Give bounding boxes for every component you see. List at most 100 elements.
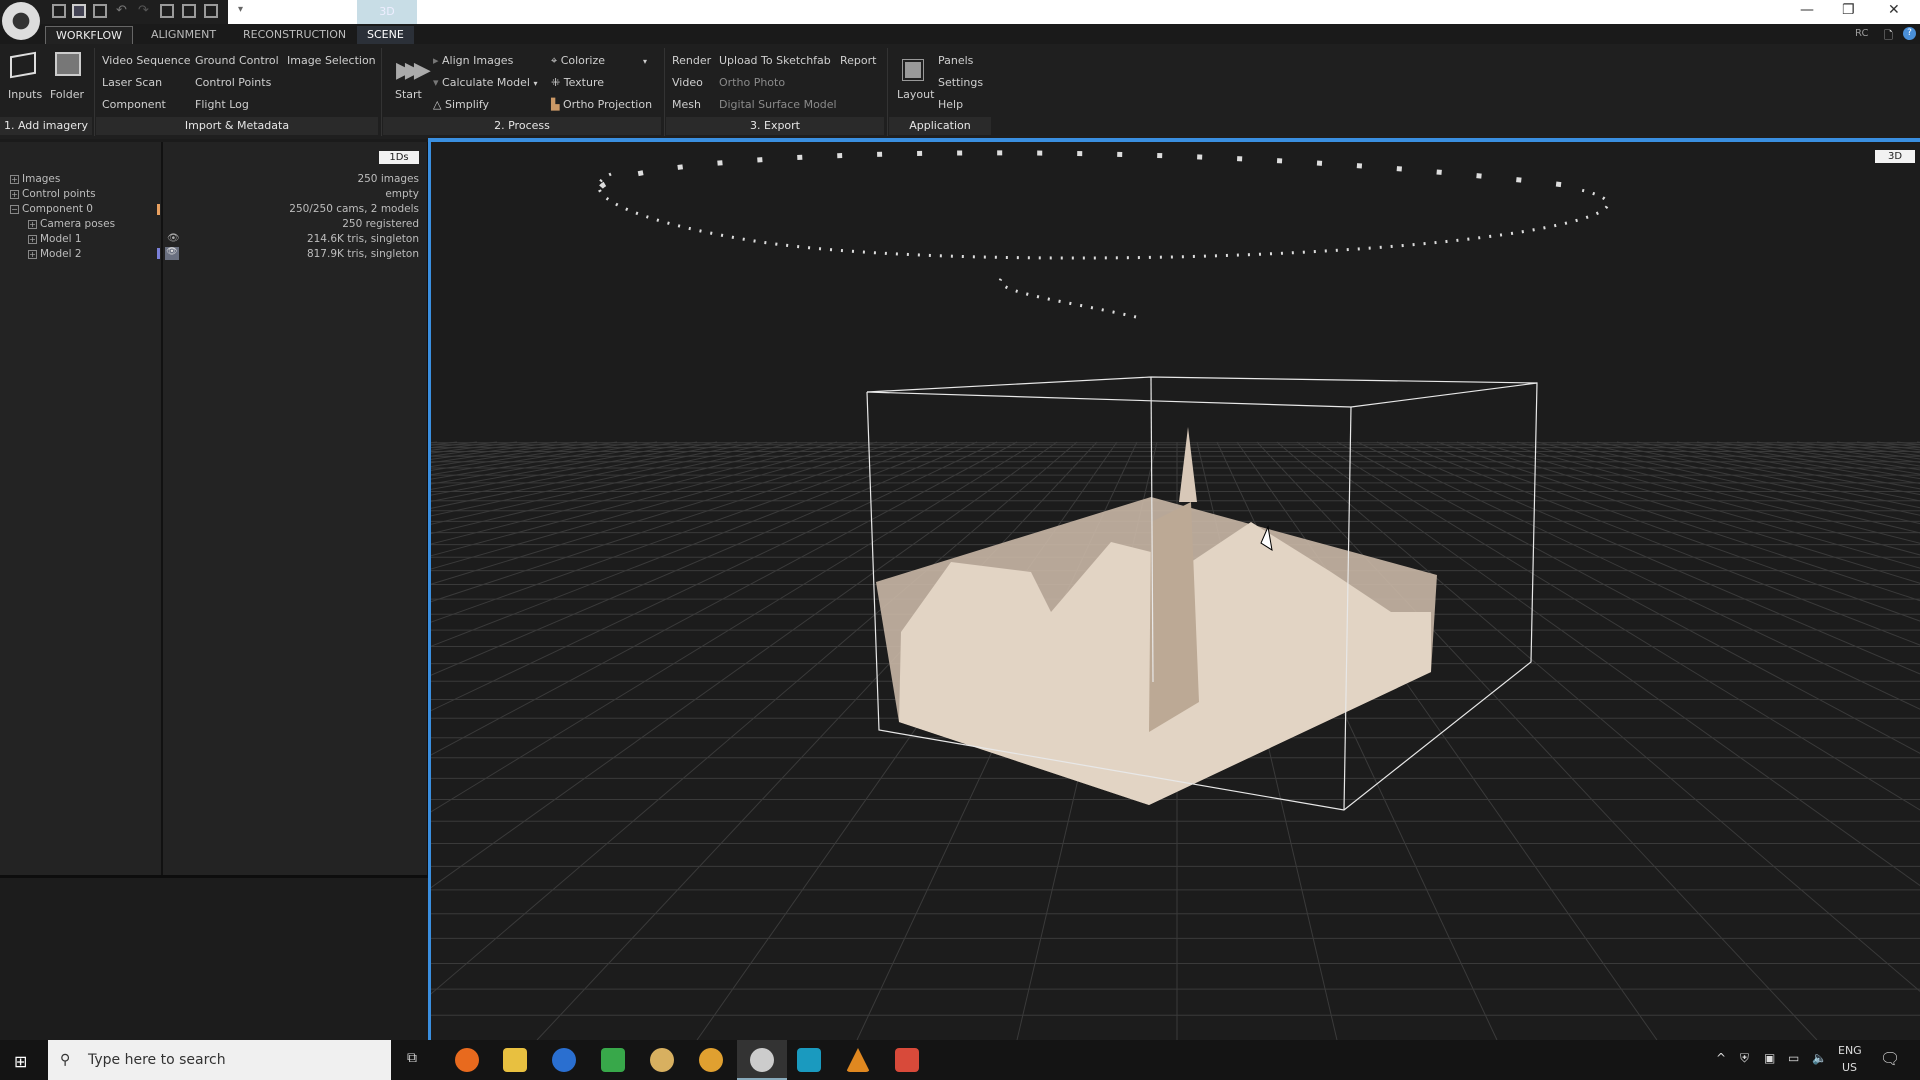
settings-button[interactable]: Settings	[938, 76, 983, 89]
tab-alignment[interactable]: ALIGNMENT	[141, 26, 226, 44]
colorize-button[interactable]: ⌖ Colorize ▾	[551, 54, 647, 68]
app-icon[interactable]	[699, 1048, 723, 1072]
tree-item-model-1[interactable]: + Model 1	[28, 233, 82, 245]
group-label-application: Application	[889, 117, 991, 135]
tree-item-control-points[interactable]: + Control points	[10, 188, 96, 200]
grid-line	[1476, 441, 1920, 569]
ground-control-button[interactable]: Ground Control	[195, 54, 279, 67]
volume-icon[interactable]: 🔈	[1812, 1051, 1827, 1065]
grid-line	[431, 441, 938, 623]
firefox-icon[interactable]	[455, 1048, 479, 1072]
tree-item-model-2[interactable]: + Model 2	[28, 248, 82, 260]
region-indicator[interactable]: US	[1842, 1061, 1857, 1074]
layout-4-icon[interactable]	[160, 4, 174, 18]
render-button[interactable]: Render	[672, 54, 711, 67]
redo-icon[interactable]: ↷	[138, 3, 149, 18]
grid-line	[1316, 441, 1920, 811]
notifications-icon[interactable]: 🗨	[1880, 1049, 1900, 1068]
mesh-button[interactable]: Mesh	[672, 98, 701, 111]
tree-item-images[interactable]: + Images	[10, 173, 60, 185]
tree-value: 817.9K tris, singleton	[306, 248, 419, 260]
network-lock-icon[interactable]: ▣	[1764, 1051, 1775, 1065]
1ds-panel: 1Ds + Images 250 images + Control points e…	[0, 142, 428, 875]
laser-scan-button[interactable]: Laser Scan	[102, 76, 162, 89]
ortho-projection-button[interactable]: ▙ Ortho Projection	[551, 98, 652, 111]
layout-6-icon[interactable]	[204, 4, 218, 18]
ortho-projection-label: Ortho Projection	[562, 98, 653, 111]
component-button[interactable]: Component	[102, 98, 166, 111]
windows-start-icon[interactable]: ⊞	[14, 1052, 27, 1071]
panel-type-badge[interactable]: 1Ds	[379, 151, 419, 164]
ortho-photo-button[interactable]: Ortho Photo	[719, 76, 785, 89]
app-icon[interactable]	[895, 1048, 919, 1072]
customize-toolbar-icon[interactable]: ▾	[238, 4, 243, 15]
grid-line	[431, 441, 618, 471]
language-indicator[interactable]: ENG	[1838, 1044, 1862, 1057]
browser-icon[interactable]	[552, 1048, 576, 1072]
security-icon[interactable]: ⛨	[1740, 1051, 1749, 1066]
video-sequence-button[interactable]: Video Sequence	[102, 54, 191, 67]
help-button[interactable]: Help	[938, 98, 963, 111]
tree-item-camera-poses[interactable]: + Camera poses	[28, 218, 115, 230]
camtasia-icon[interactable]	[601, 1048, 625, 1072]
quick-3d-button[interactable]: 3D	[357, 0, 417, 24]
app-icon[interactable]	[650, 1048, 674, 1072]
scene-canvas[interactable]	[431, 142, 1920, 1040]
eye-icon[interactable]: 👁	[165, 247, 179, 260]
task-view-icon[interactable]: ⧉	[407, 1050, 417, 1066]
3d-viewport[interactable]: 3D	[428, 142, 1920, 1040]
help-icon[interactable]: ?	[1903, 27, 1916, 40]
rc-label: RC	[1855, 28, 1869, 39]
undo-icon[interactable]: ↶	[116, 3, 127, 18]
layout-5-icon[interactable]	[182, 4, 196, 18]
minimize-button[interactable]: —	[1800, 2, 1814, 18]
layout-3-icon[interactable]	[93, 4, 107, 18]
align-images-button[interactable]: ▸ Align Images	[433, 54, 513, 67]
start-button[interactable]: Start	[395, 88, 422, 101]
tab-workflow[interactable]: WORKFLOW	[45, 26, 133, 44]
report-button[interactable]: Report	[840, 54, 876, 67]
file-explorer-icon[interactable]	[503, 1048, 527, 1072]
taskbar-search-input[interactable]: ⚲ Type here to search	[48, 1040, 391, 1080]
dsm-button[interactable]: Digital Surface Model	[719, 98, 837, 111]
realitycapture-taskbar-button[interactable]	[737, 1040, 787, 1080]
grid-line	[431, 441, 998, 712]
camera-path	[599, 150, 1582, 190]
grid-line	[431, 441, 978, 676]
selection-marker	[157, 204, 160, 215]
mudbox-icon[interactable]	[797, 1048, 821, 1072]
tab-scene[interactable]: SCENE	[357, 26, 414, 44]
layout-button[interactable]: Layout	[897, 88, 934, 101]
grid-line	[431, 441, 518, 454]
calculate-model-button[interactable]: ▾ Calculate Model ▾	[433, 76, 537, 89]
inputs-button[interactable]: Inputs	[8, 88, 42, 101]
simplify-button[interactable]: △ Simplify	[433, 98, 489, 111]
view-type-badge[interactable]: 3D	[1875, 150, 1915, 163]
vlc-icon[interactable]	[846, 1048, 870, 1072]
video-button[interactable]: Video	[672, 76, 703, 89]
simplify-label: Simplify	[444, 98, 490, 111]
eye-icon[interactable]: 👁	[167, 233, 180, 244]
separator	[94, 48, 95, 136]
tab-reconstruction[interactable]: RECONSTRUCTION	[233, 26, 356, 44]
panels-button[interactable]: Panels	[938, 54, 973, 67]
close-button[interactable]: ✕	[1888, 2, 1900, 18]
layout-1-icon[interactable]	[52, 4, 66, 18]
grid-line	[1856, 441, 1920, 451]
network-icon[interactable]: ▭	[1788, 1051, 1799, 1065]
grid-line	[1736, 441, 1920, 471]
upload-sketchfab-button[interactable]: Upload To Sketchfab	[719, 54, 831, 67]
grid-line	[431, 441, 678, 485]
texture-button[interactable]: ⁜ Texture	[551, 76, 604, 89]
flight-log-button[interactable]: Flight Log	[195, 98, 249, 111]
restore-button[interactable]: ❐	[1842, 2, 1855, 18]
folder-icon	[55, 52, 81, 76]
tree-item-component-0[interactable]: − Component 0	[10, 203, 93, 215]
image-selection-button[interactable]: Image Selection	[287, 54, 376, 67]
column-divider[interactable]	[161, 142, 163, 875]
show-hidden-icons[interactable]: ^	[1716, 1051, 1726, 1065]
app-logo[interactable]	[2, 2, 40, 40]
layout-2-icon[interactable]	[72, 4, 86, 18]
control-points-button[interactable]: Control Points	[195, 76, 271, 89]
folder-button[interactable]: Folder	[50, 88, 84, 101]
